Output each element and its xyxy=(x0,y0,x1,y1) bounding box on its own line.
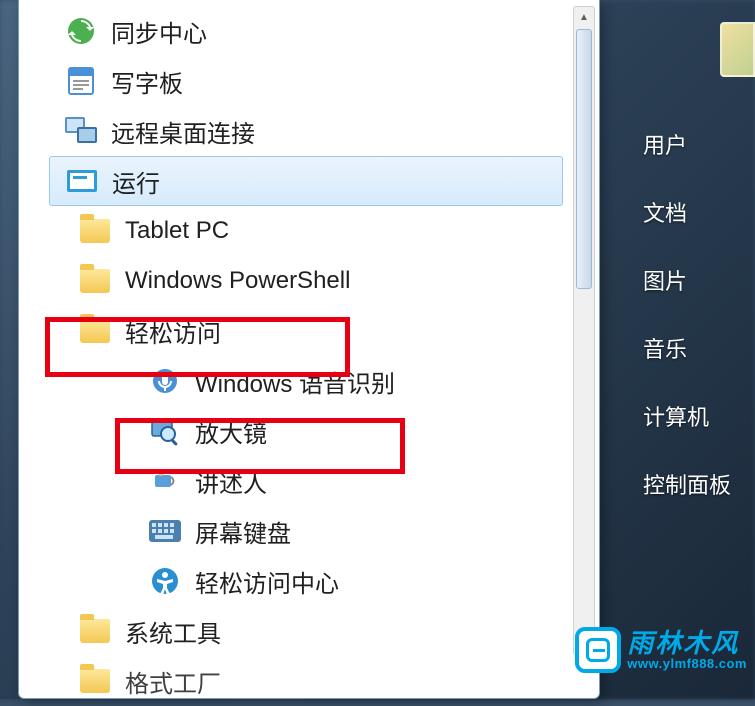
user-avatar[interactable] xyxy=(720,22,755,77)
menu-item-remote-desktop[interactable]: 远程桌面连接 xyxy=(19,106,569,156)
menu-item-ease-of-access[interactable]: 轻松访问 xyxy=(19,306,569,356)
menu-item-powershell[interactable]: Windows PowerShell xyxy=(19,256,569,306)
program-list: 同步中心 写字板 远程桌面连接 运行 xyxy=(19,0,569,706)
menu-item-magnifier[interactable]: 放大镜 xyxy=(19,406,569,456)
folder-icon xyxy=(79,615,111,647)
start-menu-right-panel: 用户 文档 图片 音乐 计算机 控制面板 xyxy=(625,110,755,518)
menu-item-system-tools[interactable]: 系统工具 xyxy=(19,606,569,656)
right-panel-user[interactable]: 用户 xyxy=(625,110,755,178)
start-menu-panel: 同步中心 写字板 远程桌面连接 运行 xyxy=(18,0,600,699)
watermark-title: 雨林木风 xyxy=(627,630,747,656)
keyboard-icon xyxy=(149,515,181,547)
menu-item-speech-recognition[interactable]: Windows 语音识别 xyxy=(19,356,569,406)
menu-item-label: 运行 xyxy=(112,164,160,199)
menu-item-label: 格式工厂 xyxy=(125,664,221,699)
right-panel-control-panel[interactable]: 控制面板 xyxy=(625,450,755,518)
menu-item-label: 轻松访问中心 xyxy=(195,564,339,599)
menu-item-label: 写字板 xyxy=(111,64,183,99)
menu-item-label: Windows PowerShell xyxy=(125,267,350,295)
menu-item-ease-center[interactable]: 轻松访问中心 xyxy=(19,556,569,606)
menu-item-label: 讲述人 xyxy=(195,464,267,499)
menu-item-label: 轻松访问 xyxy=(125,314,221,349)
menu-item-sync-center[interactable]: 同步中心 xyxy=(19,6,569,56)
folder-icon xyxy=(79,265,111,297)
menu-item-tablet-pc[interactable]: Tablet PC xyxy=(19,206,569,256)
right-panel-music[interactable]: 音乐 xyxy=(625,314,755,382)
magnifier-icon xyxy=(149,415,181,447)
right-panel-documents[interactable]: 文档 xyxy=(625,178,755,246)
menu-item-label: Windows 语音识别 xyxy=(195,364,395,399)
narrator-icon xyxy=(149,465,181,497)
run-icon xyxy=(66,165,98,197)
menu-item-label: 系统工具 xyxy=(125,614,221,649)
watermark: 雨林木风 www.ylmf888.com xyxy=(575,627,747,673)
speech-icon xyxy=(149,365,181,397)
sync-icon xyxy=(65,15,97,47)
menu-item-wordpad[interactable]: 写字板 xyxy=(19,56,569,106)
folder-icon xyxy=(79,665,111,697)
remote-desktop-icon xyxy=(65,115,97,147)
menu-item-label: 屏幕键盘 xyxy=(195,514,291,549)
menu-item-label: 远程桌面连接 xyxy=(111,114,255,149)
menu-item-label: Tablet PC xyxy=(125,217,229,245)
folder-icon xyxy=(79,215,111,247)
wordpad-icon xyxy=(65,65,97,97)
watermark-logo-icon xyxy=(575,627,621,673)
right-panel-pictures[interactable]: 图片 xyxy=(625,246,755,314)
menu-item-run[interactable]: 运行 xyxy=(49,156,563,206)
menu-item-label: 同步中心 xyxy=(111,14,207,49)
ease-access-icon xyxy=(149,565,181,597)
watermark-url: www.ylmf888.com xyxy=(627,656,747,671)
scrollbar[interactable]: ▲ ▼ xyxy=(573,6,595,656)
menu-item-narrator[interactable]: 讲述人 xyxy=(19,456,569,506)
menu-item-onscreen-keyboard[interactable]: 屏幕键盘 xyxy=(19,506,569,556)
folder-icon xyxy=(79,315,111,347)
scroll-up-button[interactable]: ▲ xyxy=(574,7,594,27)
scroll-thumb[interactable] xyxy=(576,29,592,289)
right-panel-computer[interactable]: 计算机 xyxy=(625,382,755,450)
menu-item-label: 放大镜 xyxy=(195,414,267,449)
